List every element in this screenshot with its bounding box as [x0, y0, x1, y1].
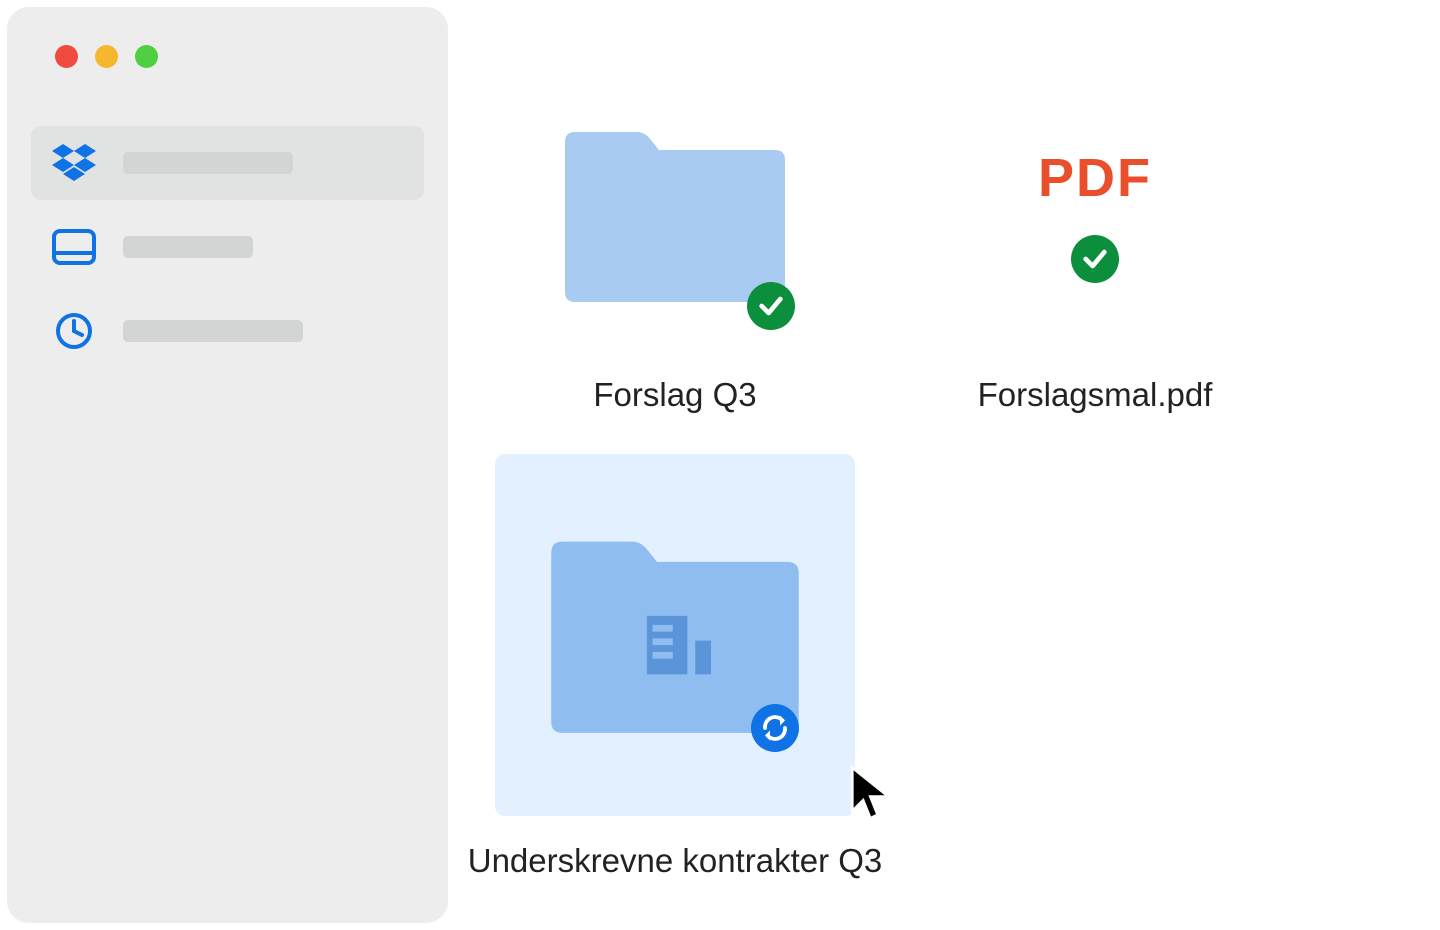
sync-icon [751, 704, 799, 752]
sidebar [7, 7, 448, 923]
item-label: Forslag Q3 [593, 376, 756, 414]
minimize-button[interactable] [95, 45, 118, 68]
desktop-icon [51, 224, 97, 270]
pdf-icon: PDF [1038, 147, 1152, 209]
checkmark-icon [747, 282, 795, 330]
folder-underskrevne-kontrakter-q3[interactable]: Underskrevne kontrakter Q3 [495, 454, 855, 880]
item-label: Underskrevne kontrakter Q3 [468, 842, 883, 880]
sidebar-item-dropbox[interactable] [31, 126, 424, 200]
checkmark-icon [1071, 235, 1119, 283]
sidebar-item-desktop[interactable] [31, 210, 424, 284]
clock-icon [51, 308, 97, 354]
sidebar-label-placeholder [123, 152, 293, 174]
folder-forslag-q3[interactable]: Forslag Q3 [495, 80, 855, 414]
maximize-button[interactable] [135, 45, 158, 68]
folder-icon [555, 120, 795, 310]
sidebar-item-recents[interactable] [31, 294, 424, 368]
sidebar-label-placeholder [123, 236, 253, 258]
sidebar-label-placeholder [123, 320, 303, 342]
item-label: Forslagsmal.pdf [978, 376, 1213, 414]
file-forslagsmal-pdf[interactable]: PDF Forslagsmal.pdf [915, 80, 1275, 414]
file-grid-area: Forslag Q3 PDF Forslagsmal.pdf [455, 0, 1440, 930]
dropbox-icon [51, 140, 97, 186]
window-controls [55, 45, 424, 68]
close-button[interactable] [55, 45, 78, 68]
